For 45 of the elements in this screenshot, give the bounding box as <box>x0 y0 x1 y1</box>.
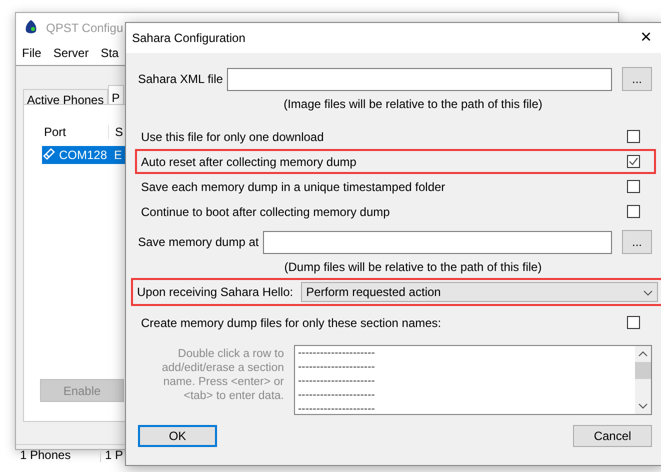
option-label: Auto reset after collecting memory dump <box>141 154 356 168</box>
cancel-button[interactable]: Cancel <box>573 425 652 447</box>
list-row[interactable]: --------------------- <box>298 402 635 414</box>
window-title: QPST Configu <box>46 21 124 35</box>
option-label: Create memory dump files for only these section names: <box>141 316 442 330</box>
browse-button[interactable]: ... <box>622 230 652 254</box>
list-row[interactable]: --------------------- <box>298 346 635 360</box>
menu-item[interactable]: Sta <box>100 46 119 62</box>
chevron-down-icon <box>643 290 653 296</box>
dialog-title: Sahara Configuration <box>132 31 246 45</box>
hint-text: (Dump files will be relative to the path of this file) <box>283 259 543 276</box>
browse-button[interactable]: ... <box>622 67 652 91</box>
list-row[interactable]: --------------------- <box>298 360 635 374</box>
field-label: Sahara XML file <box>138 72 223 86</box>
path-field[interactable] <box>262 230 612 254</box>
checkbox[interactable] <box>627 205 640 218</box>
path-field[interactable] <box>226 68 612 90</box>
section-list[interactable]: --------------------- --------------------- --------------------- --------------------- --------------------- <box>294 345 652 415</box>
status-text: 1 Phones <box>16 448 101 462</box>
column-header[interactable]: Port <box>38 125 109 139</box>
hint-text: (Image files will be relative to the path of this file) <box>282 96 544 113</box>
ok-button[interactable]: OK <box>138 425 217 447</box>
list-row[interactable]: --------------------- <box>298 374 635 388</box>
option-label: Continue to boot after collecting memory dump <box>141 204 390 218</box>
field-label: Upon receiving Sahara Hello: <box>137 285 294 299</box>
table-cell[interactable]: COM128 <box>42 146 114 164</box>
checkbox[interactable] <box>627 130 640 143</box>
tab[interactable]: Active Phones <box>23 89 108 104</box>
app-icon <box>24 18 38 34</box>
hint-text: Double click a row to add/edit/erase a section name. Press <enter> or <tab> to enter data. <box>160 347 284 404</box>
action-dropdown[interactable]: Perform requested action <box>301 282 658 302</box>
connector-icon <box>42 146 56 160</box>
checkbox[interactable] <box>627 316 640 329</box>
tab[interactable]: P <box>108 85 124 104</box>
option-label: Use this file for only one download <box>141 130 324 144</box>
scrollbar[interactable] <box>635 346 651 414</box>
field-label: Save memory dump at <box>138 235 259 249</box>
menu-item[interactable]: File <box>22 46 42 62</box>
option-label: Save each memory dump in a unique timestamped folder <box>141 180 446 194</box>
checkbox[interactable] <box>627 155 640 168</box>
menu-item[interactable]: Server <box>53 46 89 62</box>
close-button[interactable]: × <box>632 25 660 51</box>
checkbox[interactable] <box>627 180 640 193</box>
list-row[interactable]: --------------------- <box>298 388 635 402</box>
table-cell[interactable]: E <box>114 146 126 164</box>
